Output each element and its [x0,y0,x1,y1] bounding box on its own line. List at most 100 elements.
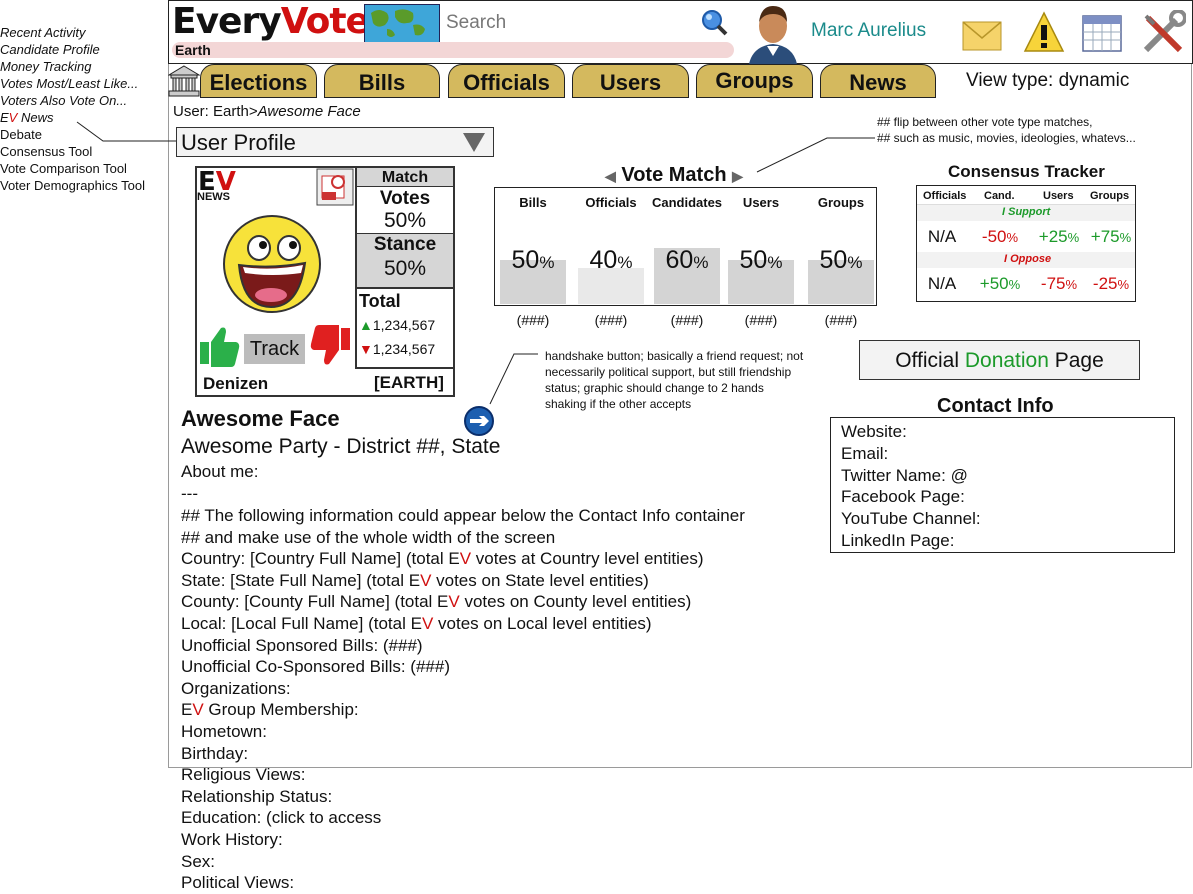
sidebar-item-recent-activity[interactable]: Recent Activity [0,24,166,41]
detail-work: Work History: [181,829,283,849]
detail-relationship: Relationship Status: [181,786,333,806]
detail-county: County: [County Full Name] (total EV vot… [181,592,692,612]
detail-political: Political Views: [181,873,295,893]
sidebar-item-votes-most-least[interactable]: Votes Most/Least Like... [0,75,166,92]
tools-icon[interactable] [1140,9,1187,61]
profile-details: ## The following information could appea… [181,505,745,894]
match-label: Match [357,168,453,187]
message-icon[interactable] [316,168,354,211]
tab-elections[interactable]: Elections [200,64,317,98]
logo-every: Every [172,1,282,42]
total-up-value: 1,234,567 [372,317,436,333]
vote-match-count[interactable]: (###) [671,312,704,328]
consensus-col-officials: Officials [923,190,967,202]
map-icon[interactable] [364,4,440,43]
oppose-cell: -75% [1040,274,1078,293]
vote-match-count[interactable]: (###) [745,312,778,328]
tab-news[interactable]: News [820,64,936,98]
vote-match-value: 60% [665,246,709,274]
total-down-value: 1,234,567 [372,341,436,357]
avatar[interactable] [745,2,801,69]
detail-state: State: [State Full Name] (total EV votes… [181,570,649,590]
ev-e: E [0,110,9,125]
consensus-title: Consensus Tracker [948,162,1105,181]
note-line: ## such as music, movies, ideologies, wh… [877,131,1136,145]
details-note: ## and make use of the whole width of th… [181,527,556,547]
sidebar-item-voters-also-vote[interactable]: Voters Also Vote On... [0,92,166,109]
mail-icon[interactable] [961,14,1003,59]
vote-match-count[interactable]: (###) [517,312,550,328]
contact-youtube[interactable]: YouTube Channel: [841,508,1164,530]
note-line: status; graphic should change to 2 hands [545,381,764,395]
thumbs-up-icon: ▲ [359,317,373,333]
breadcrumb-prefix[interactable]: User: Earth> [173,103,258,120]
contact-title: Contact Info [937,395,1054,417]
chevron-down-icon[interactable] [463,133,485,152]
warning-icon[interactable] [1023,10,1065,59]
sidebar-item-voter-demographics[interactable]: Voter Demographics Tool [0,177,166,194]
tab-officials[interactable]: Officials [448,64,565,98]
tab-bills[interactable]: Bills [324,64,440,98]
vote-match-col-groups: Groups [817,195,865,210]
view-type[interactable]: View type: dynamic [966,70,1129,92]
search-icon[interactable] [700,8,728,41]
support-cell: +75% [1090,227,1132,246]
capitol-icon[interactable] [167,64,201,103]
separator: --- [181,484,198,503]
details-note: ## The following information could appea… [181,506,745,525]
contact-facebook[interactable]: Facebook Page: [841,486,1164,508]
total-up: ▲1,234,567 [359,313,453,337]
thumbs-up-button[interactable] [198,324,240,373]
match-box: Match Votes 50% Stance 50% [355,166,455,288]
note-line: handshake button; basically a friend req… [545,349,804,363]
contact-box: Website: Email: Twitter Name: @ Facebook… [830,417,1175,553]
role-label: Denizen [203,374,269,393]
detail-sex: Sex: [181,851,216,871]
donation-post: Page [1048,349,1104,372]
support-cell: -50% [981,227,1019,246]
ev-news-label: NEWS [197,191,230,203]
sidebar-item-money-tracking[interactable]: Money Tracking [0,58,166,75]
vote-match-value: 40% [589,246,633,274]
thumbs-down-button[interactable] [310,324,352,373]
note-line: shaking if the other accepts [545,397,692,411]
search-input[interactable]: Search [446,12,506,34]
scope-bar[interactable]: Earth [172,42,734,58]
contact-email[interactable]: Email: [841,443,1164,465]
detail-education[interactable]: Education: (click to access [181,807,745,829]
logo[interactable]: EveryVote [172,1,370,42]
support-cell: +25% [1038,227,1080,246]
vote-match-value: 50% [511,246,555,274]
contact-website[interactable]: Website: [841,421,1164,443]
tab-groups[interactable]: Groups [696,64,813,98]
note-line: necessarily political support, but still… [545,365,792,379]
tab-users[interactable]: Users [572,64,689,98]
stance-value: 50% [383,257,427,280]
user-name[interactable]: Marc Aurelius [811,20,926,42]
consensus-col-groups: Groups [1090,190,1130,202]
donation-button[interactable]: Official Donation Page [859,340,1140,380]
sidebar-item-candidate-profile[interactable]: Candidate Profile [0,41,166,58]
consensus-col-users: Users [1043,190,1074,202]
prev-arrow-icon[interactable]: ◀ [605,168,616,184]
sidebar-item-vote-comparison[interactable]: Vote Comparison Tool [0,160,166,177]
next-arrow-icon[interactable]: ▶ [732,168,743,184]
about-label: About me: [181,462,259,481]
votes-label: Votes [379,188,431,209]
calendar-icon[interactable] [1080,10,1126,59]
detail-group-membership: EV Group Membership: [181,700,359,720]
vote-match-col-users: Users [742,195,780,210]
total-label: Total [359,291,401,311]
detail-cosponsored: Unofficial Co-Sponsored Bills: (###) [181,657,450,677]
vote-match-header: ◀ Vote Match ▶ [605,164,743,187]
thumbs-down-icon: ▼ [359,341,373,357]
contact-twitter[interactable]: Twitter Name: @ [841,465,1164,487]
track-button[interactable]: Track [244,334,305,364]
profile-select[interactable]: User Profile [176,127,494,157]
contact-linkedin[interactable]: LinkedIn Page: [841,530,1164,552]
detail-hometown: Hometown: [181,721,267,741]
donation-mid: Donation [964,349,1049,372]
vote-match-count[interactable]: (###) [595,312,628,328]
detail-organizations: Organizations: [181,678,291,698]
vote-match-count[interactable]: (###) [825,312,858,328]
